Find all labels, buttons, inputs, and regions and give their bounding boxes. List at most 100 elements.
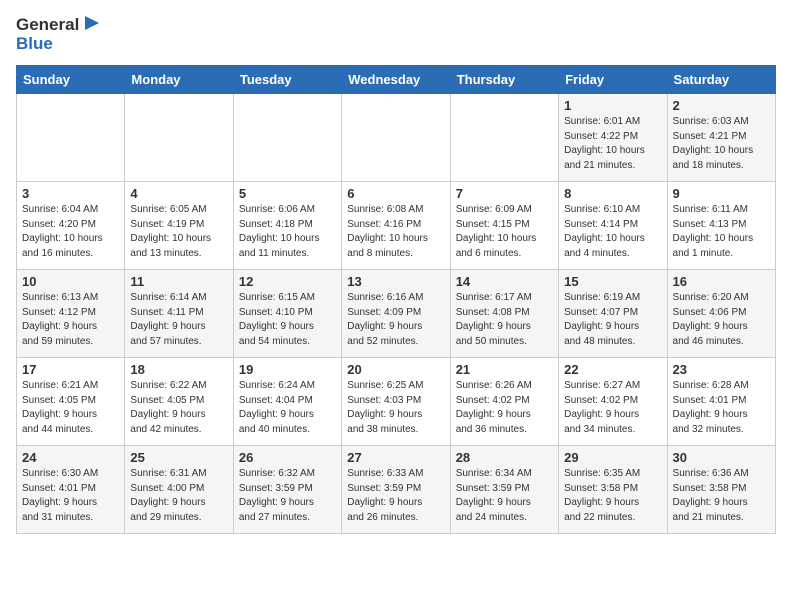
day-info: Sunrise: 6:15 AM Sunset: 4:10 PM Dayligh… xyxy=(239,291,336,349)
day-info: Sunrise: 6:34 AM Sunset: 3:59 PM Dayligh… xyxy=(456,467,553,525)
calendar-cell: 4Sunrise: 6:05 AM Sunset: 4:19 PM Daylig… xyxy=(125,182,233,270)
day-info: Sunrise: 6:33 AM Sunset: 3:59 PM Dayligh… xyxy=(347,467,444,525)
day-number: 21 xyxy=(456,362,553,377)
calendar-cell: 7 Sunrise: 6:09 AM Sunset: 4:15 PM Daylig… xyxy=(450,182,558,270)
day-info: Sunrise: 6:36 AM Sunset: 3:58 PM Dayligh… xyxy=(673,467,770,525)
day-number: 13 xyxy=(347,274,444,289)
day-info: Sunrise: 6:14 AM Sunset: 4:11 PM Dayligh… xyxy=(130,291,227,349)
calendar-cell: 14 Sunrise: 6:17 AM Sunset: 4:08 PM Dayli… xyxy=(450,270,558,358)
day-info: Sunrise: 6:20 AM Sunset: 4:06 PM Dayligh… xyxy=(673,291,770,349)
calendar-cell: 10 Sunrise: 6:13 AM Sunset: 4:12 PM Dayli… xyxy=(17,270,125,358)
calendar-cell: 8 Sunrise: 6:10 AM Sunset: 4:14 PM Daylig… xyxy=(559,182,667,270)
calendar-cell: 18 Sunrise: 6:22 AM Sunset: 4:05 PM Dayli… xyxy=(125,358,233,446)
calendar-cell: 27 Sunrise: 6:33 AM Sunset: 3:59 PM Dayli… xyxy=(342,446,450,534)
day-number: 18 xyxy=(130,362,227,377)
day-number: 15 xyxy=(564,274,661,289)
day-number: 24 xyxy=(22,450,119,465)
calendar-cell: 20 Sunrise: 6:25 AM Sunset: 4:03 PM Dayli… xyxy=(342,358,450,446)
calendar-cell: 21 Sunrise: 6:26 AM Sunset: 4:02 PM Dayli… xyxy=(450,358,558,446)
day-info: Sunrise: 6:06 AM Sunset: 4:18 PM Dayligh… xyxy=(239,203,336,261)
day-number: 2 xyxy=(673,98,770,113)
day-number: 14 xyxy=(456,274,553,289)
calendar-table: SundayMondayTuesdayWednesdayThursdayFrid… xyxy=(16,65,776,534)
day-info: Sunrise: 6:25 AM Sunset: 4:03 PM Dayligh… xyxy=(347,379,444,437)
day-number: 9 xyxy=(673,186,770,201)
weekday-header-thursday: Thursday xyxy=(450,66,558,94)
day-number: 7 xyxy=(456,186,553,201)
logo-blue: Blue xyxy=(16,34,53,53)
day-info: Sunrise: 6:11 AM Sunset: 4:13 PM Dayligh… xyxy=(673,203,770,261)
day-info: Sunrise: 6:10 AM Sunset: 4:14 PM Dayligh… xyxy=(564,203,661,261)
weekday-header-saturday: Saturday xyxy=(667,66,775,94)
day-number: 5 xyxy=(239,186,336,201)
day-info: Sunrise: 6:26 AM Sunset: 4:02 PM Dayligh… xyxy=(456,379,553,437)
weekday-header-tuesday: Tuesday xyxy=(233,66,341,94)
calendar-cell: 9 Sunrise: 6:11 AM Sunset: 4:13 PM Daylig… xyxy=(667,182,775,270)
day-info: Sunrise: 6:32 AM Sunset: 3:59 PM Dayligh… xyxy=(239,467,336,525)
day-number: 8 xyxy=(564,186,661,201)
calendar-cell: 29 Sunrise: 6:35 AM Sunset: 3:58 PM Dayli… xyxy=(559,446,667,534)
calendar-cell: 19 Sunrise: 6:24 AM Sunset: 4:04 PM Dayli… xyxy=(233,358,341,446)
day-number: 16 xyxy=(673,274,770,289)
day-info: Sunrise: 6:04 AM Sunset: 4:20 PM Dayligh… xyxy=(22,203,119,261)
day-number: 20 xyxy=(347,362,444,377)
calendar-cell xyxy=(450,94,558,182)
calendar-cell xyxy=(125,94,233,182)
day-info: Sunrise: 6:08 AM Sunset: 4:16 PM Dayligh… xyxy=(347,203,444,261)
logo: General Blue xyxy=(16,16,103,53)
day-info: Sunrise: 6:35 AM Sunset: 3:58 PM Dayligh… xyxy=(564,467,661,525)
calendar-cell xyxy=(233,94,341,182)
day-number: 19 xyxy=(239,362,336,377)
day-info: Sunrise: 6:28 AM Sunset: 4:01 PM Dayligh… xyxy=(673,379,770,437)
day-info: Sunrise: 6:17 AM Sunset: 4:08 PM Dayligh… xyxy=(456,291,553,349)
day-number: 6 xyxy=(347,186,444,201)
calendar-cell: 15 Sunrise: 6:19 AM Sunset: 4:07 PM Dayli… xyxy=(559,270,667,358)
calendar-cell: 28 Sunrise: 6:34 AM Sunset: 3:59 PM Dayli… xyxy=(450,446,558,534)
calendar-cell: 26 Sunrise: 6:32 AM Sunset: 3:59 PM Dayli… xyxy=(233,446,341,534)
day-number: 3 xyxy=(22,186,119,201)
day-number: 4 xyxy=(130,186,227,201)
logo-general: General xyxy=(16,16,79,35)
day-info: Sunrise: 6:03 AM Sunset: 4:21 PM Dayligh… xyxy=(673,115,770,173)
day-number: 30 xyxy=(673,450,770,465)
day-number: 12 xyxy=(239,274,336,289)
day-number: 1 xyxy=(564,98,661,113)
weekday-header-sunday: Sunday xyxy=(17,66,125,94)
day-info: Sunrise: 6:09 AM Sunset: 4:15 PM Dayligh… xyxy=(456,203,553,261)
calendar-cell: 25Sunrise: 6:31 AM Sunset: 4:00 PM Dayli… xyxy=(125,446,233,534)
calendar-cell: 23Sunrise: 6:28 AM Sunset: 4:01 PM Dayli… xyxy=(667,358,775,446)
calendar-cell: 17 Sunrise: 6:21 AM Sunset: 4:05 PM Dayli… xyxy=(17,358,125,446)
calendar-cell: 1 Sunrise: 6:01 AM Sunset: 4:22 PM Daylig… xyxy=(559,94,667,182)
calendar-cell: 13 Sunrise: 6:16 AM Sunset: 4:09 PM Dayli… xyxy=(342,270,450,358)
calendar-cell: 3 Sunrise: 6:04 AM Sunset: 4:20 PM Daylig… xyxy=(17,182,125,270)
calendar-cell: 16 Sunrise: 6:20 AM Sunset: 4:06 PM Dayli… xyxy=(667,270,775,358)
day-number: 29 xyxy=(564,450,661,465)
day-number: 10 xyxy=(22,274,119,289)
logo-triangle-icon xyxy=(81,12,103,34)
day-info: Sunrise: 6:22 AM Sunset: 4:05 PM Dayligh… xyxy=(130,379,227,437)
day-number: 28 xyxy=(456,450,553,465)
calendar-cell xyxy=(342,94,450,182)
day-info: Sunrise: 6:30 AM Sunset: 4:01 PM Dayligh… xyxy=(22,467,119,525)
day-info: Sunrise: 6:24 AM Sunset: 4:04 PM Dayligh… xyxy=(239,379,336,437)
weekday-header-wednesday: Wednesday xyxy=(342,66,450,94)
day-info: Sunrise: 6:21 AM Sunset: 4:05 PM Dayligh… xyxy=(22,379,119,437)
calendar-cell: 22Sunrise: 6:27 AM Sunset: 4:02 PM Dayli… xyxy=(559,358,667,446)
page-header: General Blue xyxy=(16,16,776,53)
calendar-cell: 12 Sunrise: 6:15 AM Sunset: 4:10 PM Dayli… xyxy=(233,270,341,358)
day-number: 26 xyxy=(239,450,336,465)
day-info: Sunrise: 6:31 AM Sunset: 4:00 PM Dayligh… xyxy=(130,467,227,525)
logo-text: General Blue xyxy=(16,16,103,53)
calendar-cell: 6 Sunrise: 6:08 AM Sunset: 4:16 PM Daylig… xyxy=(342,182,450,270)
calendar-cell: 11Sunrise: 6:14 AM Sunset: 4:11 PM Dayli… xyxy=(125,270,233,358)
day-info: Sunrise: 6:27 AM Sunset: 4:02 PM Dayligh… xyxy=(564,379,661,437)
calendar-cell: 30 Sunrise: 6:36 AM Sunset: 3:58 PM Dayli… xyxy=(667,446,775,534)
calendar-cell xyxy=(17,94,125,182)
calendar-cell: 24 Sunrise: 6:30 AM Sunset: 4:01 PM Dayli… xyxy=(17,446,125,534)
day-info: Sunrise: 6:13 AM Sunset: 4:12 PM Dayligh… xyxy=(22,291,119,349)
day-number: 17 xyxy=(22,362,119,377)
day-info: Sunrise: 6:19 AM Sunset: 4:07 PM Dayligh… xyxy=(564,291,661,349)
day-info: Sunrise: 6:16 AM Sunset: 4:09 PM Dayligh… xyxy=(347,291,444,349)
day-number: 27 xyxy=(347,450,444,465)
day-info: Sunrise: 6:01 AM Sunset: 4:22 PM Dayligh… xyxy=(564,115,661,173)
